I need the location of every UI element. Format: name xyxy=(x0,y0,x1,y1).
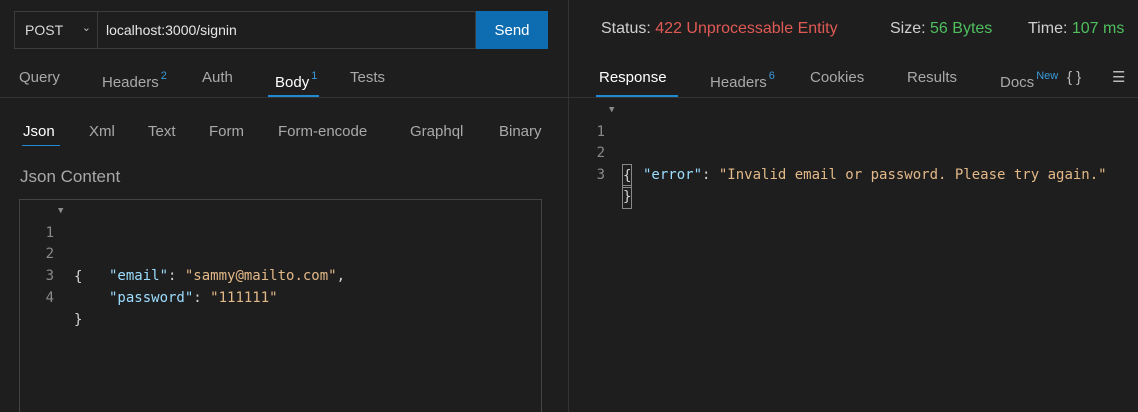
body-tab-form-encode[interactable]: Form-encode xyxy=(278,123,367,140)
send-button[interactable]: Send xyxy=(476,11,548,49)
status-code: 422 Unprocessable Entity xyxy=(655,20,838,37)
body-tab-binary[interactable]: Binary xyxy=(499,123,542,140)
response-viewer[interactable]: 1 ▼ { 2 "error": "Invalid email or passw… xyxy=(569,98,1138,412)
body-tab-json[interactable]: Json xyxy=(23,123,55,140)
body-count-badge: 1 xyxy=(311,70,318,82)
tab-auth[interactable]: Auth xyxy=(202,60,233,96)
fold-arrow-icon[interactable]: ▼ xyxy=(609,99,614,121)
json-tab-indicator xyxy=(22,145,60,146)
tab-tests[interactable]: Tests xyxy=(350,60,385,96)
response-line: 2 "error": "Invalid email or password. P… xyxy=(596,145,1107,183)
body-tab-form[interactable]: Form xyxy=(209,123,244,140)
json-content-label: Json Content xyxy=(20,167,121,186)
tab-response-headers[interactable]: Headers 6 xyxy=(710,60,775,96)
menu-icon[interactable]: ☰ xyxy=(1112,68,1125,86)
docs-new-badge: New xyxy=(1036,70,1059,82)
editor-line: 4 } xyxy=(45,290,83,328)
tab-divider xyxy=(0,97,568,98)
response-status: Status: 422 Unprocessable Entity xyxy=(601,20,838,37)
url-input[interactable]: localhost:3000/signin xyxy=(98,11,476,49)
headers-count-badge: 2 xyxy=(160,70,167,82)
tab-docs[interactable]: Docs New xyxy=(1000,60,1058,96)
request-pane: POST ⌄ localhost:3000/signin Send Query … xyxy=(0,0,568,412)
response-headers-badge: 6 xyxy=(768,70,775,82)
tab-query[interactable]: Query xyxy=(19,60,60,96)
tab-body[interactable]: Body 1 xyxy=(275,60,317,96)
braces-icon[interactable]: { } xyxy=(1067,69,1081,86)
response-line: 3 } xyxy=(569,142,633,209)
tab-results[interactable]: Results xyxy=(907,60,957,96)
fold-arrow-icon[interactable]: ▼ xyxy=(58,200,63,222)
editor-line: 2 "email": "sammy@mailto.com", xyxy=(45,246,346,284)
response-line: 1 ▼ { xyxy=(569,99,633,188)
json-editor[interactable]: 1 ▼ { 2 "email": "sammy@mailto.com", 3 "… xyxy=(19,199,542,412)
tab-headers[interactable]: Headers 2 xyxy=(102,60,167,96)
method-value: POST xyxy=(25,22,64,38)
method-select[interactable]: POST ⌄ xyxy=(14,11,98,49)
response-size: Size: 56 Bytes xyxy=(890,20,993,37)
body-tab-text[interactable]: Text xyxy=(148,123,176,140)
tab-cookies[interactable]: Cookies xyxy=(810,60,864,96)
response-time: Time: 107 ms xyxy=(1028,20,1125,37)
chevron-down-icon: ⌄ xyxy=(81,22,91,34)
body-tab-graphql[interactable]: Graphql xyxy=(410,123,463,140)
editor-line: 3 "password": "111111" xyxy=(45,268,278,306)
body-tab-xml[interactable]: Xml xyxy=(89,123,115,140)
tab-response[interactable]: Response xyxy=(599,60,667,96)
editor-line: 1 ▼ { xyxy=(20,200,83,285)
